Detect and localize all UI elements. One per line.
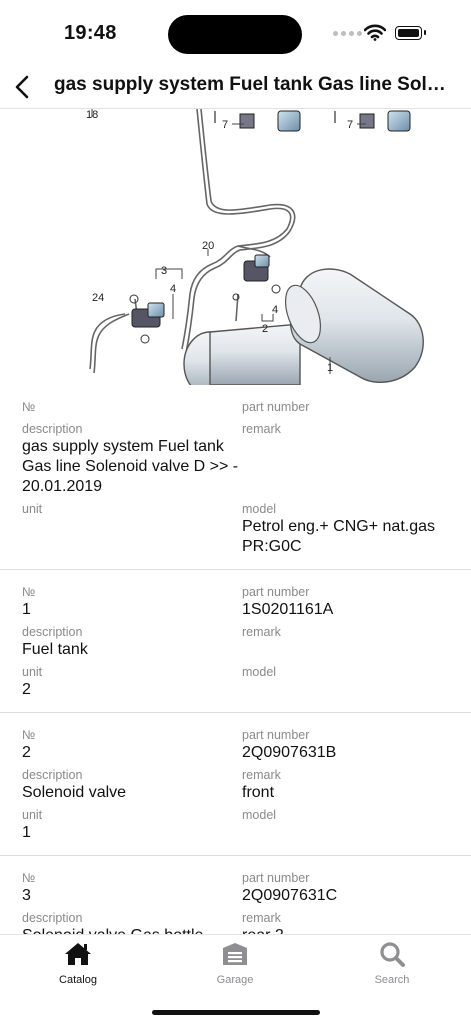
search-icon	[380, 942, 405, 967]
tab-search[interactable]: Search	[337, 941, 447, 986]
svg-text:24: 24	[92, 292, 104, 304]
svg-text:20: 20	[202, 240, 214, 252]
garage-icon	[223, 943, 247, 965]
home-indicator	[152, 1010, 320, 1015]
svg-text:7: 7	[347, 119, 353, 131]
parts-list: № part number description gas supply syst…	[0, 385, 471, 934]
model-label: model	[242, 502, 277, 516]
part-row-3[interactable]: №3 part number2Q0907631C descriptionSole…	[0, 856, 471, 934]
unit-label: unit	[22, 502, 43, 516]
svg-text:1: 1	[327, 362, 333, 374]
description-value: gas supply system Fuel tank Gas line Sol…	[22, 438, 239, 495]
tab-search-label: Search	[374, 974, 410, 986]
svg-text:18: 18	[86, 109, 98, 121]
part-number: 2Q0907631B	[242, 744, 337, 761]
tab-garage-label: Garage	[216, 974, 254, 986]
status-time: 19:48	[64, 22, 117, 44]
no-label: №	[22, 400, 36, 414]
part-remark: rear 2	[242, 926, 447, 934]
part-number: 2Q0907631C	[242, 887, 338, 904]
page-title: gas supply system Fuel tank Gas line Sol…	[54, 74, 454, 95]
part-number: 1S0201161A	[242, 601, 334, 618]
svg-text:3: 3	[161, 265, 167, 277]
tab-garage[interactable]: Garage	[180, 941, 290, 986]
home-icon	[65, 943, 91, 965]
model-value: Petrol eng.+ CNG+ nat.gas PR:G0C	[242, 518, 435, 555]
dynamic-island	[168, 15, 302, 54]
wifi-icon	[364, 24, 386, 41]
part-no: 2	[22, 744, 31, 761]
svg-text:2: 2	[262, 323, 268, 335]
part-unit: 1	[22, 824, 31, 841]
part-model	[242, 823, 447, 825]
part-remark	[242, 640, 447, 642]
description-label: description	[22, 422, 83, 436]
part-description: Solenoid valve Gas bottle	[22, 926, 242, 934]
tab-catalog[interactable]: Catalog	[23, 941, 133, 986]
parts-diagram[interactable]: 18 7 7 20 3 4 24 4 2 1	[0, 109, 471, 385]
navigation-bar: gas supply system Fuel tank Gas line Sol…	[0, 66, 471, 109]
svg-text:4: 4	[170, 283, 176, 295]
status-bar: 19:48	[0, 0, 471, 66]
part-row-1[interactable]: № 1 part number 1S0201161A description Fuel…	[0, 570, 471, 713]
part-no: 1	[22, 601, 31, 618]
back-chevron-icon[interactable]	[10, 72, 40, 102]
part-unit: 2	[22, 681, 31, 698]
svg-text:7: 7	[222, 119, 228, 131]
part-no: 3	[22, 887, 31, 904]
signal-icon	[333, 31, 362, 36]
battery-icon	[395, 26, 426, 40]
part-row-2[interactable]: № 2 part number 2Q0907631B description Sole…	[0, 713, 471, 856]
group-header-item: № part number description gas supply syst…	[0, 385, 471, 570]
part-remark: front	[242, 784, 275, 801]
part-model	[242, 680, 447, 682]
part-number-label: part number	[242, 400, 310, 414]
remark-label: remark	[242, 422, 281, 436]
part-description: Solenoid valve	[22, 784, 127, 801]
tab-catalog-label: Catalog	[59, 974, 97, 986]
part-description: Fuel tank	[22, 641, 88, 658]
svg-text:4: 4	[272, 304, 278, 316]
